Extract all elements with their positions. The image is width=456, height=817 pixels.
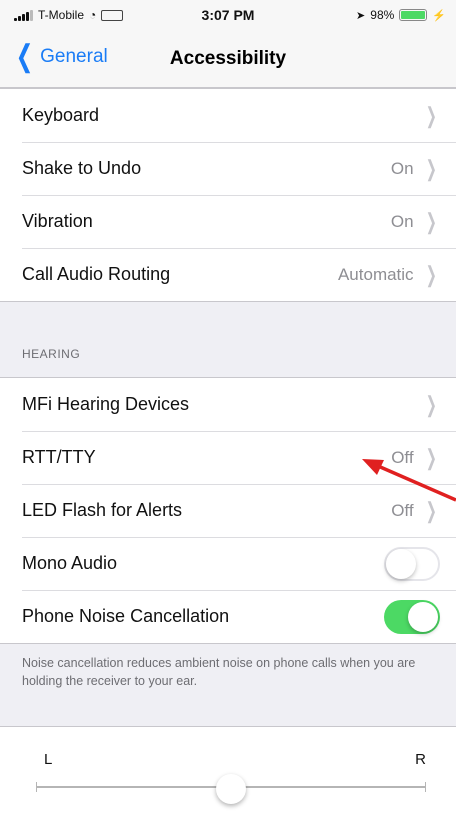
row-label: Call Audio Routing (22, 264, 171, 284)
toggle-knob (386, 548, 416, 579)
row-label: Phone Noise Cancellation (22, 606, 230, 626)
charging-icon: ⚡ (432, 9, 446, 22)
section-header-hearing: HEARING (22, 347, 81, 361)
row-value: Off (391, 500, 414, 520)
noise-cancellation-toggle[interactable] (384, 599, 440, 634)
chevron-right-icon: ❯ (425, 497, 437, 523)
row-label: MFi Hearing Devices (22, 394, 190, 414)
chevron-right-icon: ❯ (425, 102, 437, 128)
row-accessory (384, 537, 440, 590)
row-accessory: Off ❯ (391, 484, 440, 537)
row-value: On (390, 158, 414, 178)
row-label: Vibration (22, 211, 93, 231)
settings-row-keyboard[interactable]: Keyboard ❯ (0, 89, 456, 142)
balance-left-label: L (44, 751, 53, 768)
row-accessory: On ❯ (391, 195, 440, 248)
slider-tick-left (36, 782, 37, 792)
row-value: Automatic (337, 264, 414, 284)
status-bar: T-Mobile ◔ 3:07 PM ➤ 98% ⚡ (0, 0, 456, 32)
navigation-bar: ❮ General Accessibility (0, 32, 456, 88)
row-label: LED Flash for Alerts (22, 500, 183, 520)
page-title: Accessibility (169, 48, 287, 69)
chevron-right-icon: ❯ (425, 155, 437, 181)
hearing-settings-group: MFi Hearing Devices ❯ RTT/TTY Off ❯ LED F… (0, 377, 456, 644)
row-label: Mono Audio (22, 553, 118, 573)
row-accessory: ❯ (422, 89, 440, 142)
row-accessory: Off ❯ (391, 431, 440, 484)
row-label: Keyboard (22, 105, 100, 125)
row-accessory (384, 590, 440, 643)
slider-tick-right (425, 782, 426, 792)
settings-row-phone-noise-cancellation: Phone Noise Cancellation (0, 590, 456, 643)
row-accessory: Automatic ❯ (338, 248, 440, 301)
noise-cancellation-footer: Noise cancellation reduces ambient noise… (22, 656, 416, 688)
audio-balance-panel: L R (0, 726, 456, 817)
row-label: Shake to Undo (22, 158, 142, 178)
battery-fill (401, 11, 425, 19)
toggle-knob (408, 601, 438, 632)
row-label: RTT/TTY (22, 447, 96, 467)
row-accessory: ❯ (422, 378, 440, 431)
settings-row-mfi-hearing-devices[interactable]: MFi Hearing Devices ❯ (0, 378, 456, 431)
balance-right-label: R (415, 751, 426, 768)
location-icon: ➤ (356, 9, 366, 22)
settings-row-shake-to-undo[interactable]: Shake to Undo On ❯ (0, 142, 456, 195)
row-value: Off (391, 447, 414, 467)
chevron-right-icon: ❯ (425, 444, 437, 470)
settings-row-rtt-tty[interactable]: RTT/TTY Off ❯ (0, 431, 456, 484)
row-accessory: On ❯ (391, 142, 440, 195)
chevron-right-icon: ❯ (425, 391, 437, 417)
battery-percent: 98% (370, 8, 395, 22)
chevron-right-icon: ❯ (425, 261, 437, 287)
mono-audio-toggle[interactable] (384, 546, 440, 581)
chevron-right-icon: ❯ (425, 208, 437, 234)
settings-row-led-flash[interactable]: LED Flash for Alerts Off ❯ (0, 484, 456, 537)
settings-row-call-audio-routing[interactable]: Call Audio Routing Automatic ❯ (0, 248, 456, 301)
status-right: ➤ 98% ⚡ (356, 8, 446, 22)
battery-icon (399, 9, 428, 21)
settings-row-mono-audio: Mono Audio (0, 537, 456, 590)
balance-slider-thumb[interactable] (216, 774, 246, 804)
settings-row-vibration[interactable]: Vibration On ❯ (0, 195, 456, 248)
interaction-settings-group: Keyboard ❯ Shake to Undo On ❯ Vibration O… (0, 88, 456, 302)
row-value: On (390, 211, 414, 231)
